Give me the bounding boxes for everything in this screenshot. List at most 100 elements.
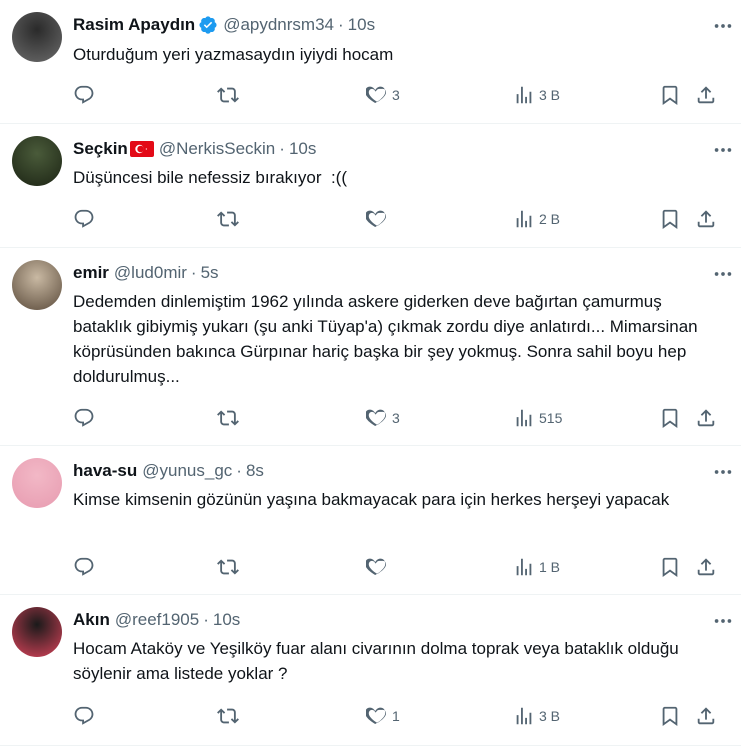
separator-dot: · — [279, 139, 285, 158]
like-button[interactable] — [366, 202, 392, 236]
retweet-button[interactable] — [217, 550, 243, 584]
retweet-button[interactable] — [217, 78, 243, 112]
reply-button[interactable] — [73, 550, 99, 584]
reply-actions: 2 B — [73, 202, 731, 236]
views-button[interactable]: 1 B — [513, 550, 560, 584]
retweet-button[interactable] — [217, 401, 243, 435]
author-handle[interactable]: @apydnrsm34 — [223, 15, 334, 35]
share-button[interactable] — [695, 202, 717, 236]
reply-text: Dedemden dinlemiştim 1962 yılında askere… — [73, 292, 703, 386]
views-icon — [513, 705, 535, 727]
reply-header: Seçkin @NerkisSeckin · 10s — [73, 137, 316, 161]
like-icon — [366, 407, 388, 429]
avatar[interactable] — [12, 458, 62, 508]
like-button[interactable]: 3 — [366, 401, 400, 435]
author-name[interactable]: Rasim Apaydın — [73, 15, 195, 35]
turkey-flag-icon — [129, 141, 154, 157]
views-button[interactable]: 3 B — [513, 699, 560, 733]
reply-header: Akın @reef1905 · 10s — [73, 608, 240, 632]
reply-item[interactable]: Akın @reef1905 · 10s Hocam Ataköy ve Yeşilkö… — [0, 595, 741, 746]
author-handle[interactable]: @yunus_gc — [142, 461, 232, 481]
reply-item[interactable]: Rasim Apaydın @apydnrsm34 · 10s Oturduğum ye… — [0, 0, 741, 124]
bookmark-button[interactable] — [659, 401, 681, 435]
more-icon[interactable] — [712, 15, 734, 37]
reply-actions: 3 3 B — [73, 78, 731, 112]
retweet-icon — [217, 208, 239, 230]
bookmark-button[interactable] — [659, 78, 681, 112]
author-handle[interactable]: @NerkisSeckin — [159, 139, 275, 159]
reply-icon — [73, 407, 95, 429]
verified-badge-icon — [198, 15, 218, 35]
author-name[interactable]: emir — [73, 263, 109, 283]
reply-time[interactable]: 8s — [246, 461, 264, 481]
views-count: 515 — [539, 410, 563, 426]
reply-icon — [73, 208, 95, 230]
like-button[interactable] — [366, 550, 392, 584]
share-button[interactable] — [695, 699, 717, 733]
replies-feed: Rasim Apaydın @apydnrsm34 · 10s Oturduğum ye… — [0, 0, 741, 746]
views-count: 2 B — [539, 211, 561, 227]
reply-item[interactable]: emir @lud0mir · 5s Dedemden dinlemiştim 1962… — [0, 248, 741, 446]
avatar[interactable] — [12, 136, 62, 186]
reply-time[interactable]: 10s — [289, 139, 316, 159]
more-icon[interactable] — [712, 263, 734, 285]
more-icon[interactable] — [712, 139, 734, 161]
views-button[interactable]: 515 — [513, 401, 562, 435]
reply-icon — [73, 705, 95, 727]
share-button[interactable] — [695, 401, 717, 435]
author-name[interactable]: Seçkin — [73, 139, 128, 159]
avatar[interactable] — [12, 607, 62, 657]
separator-dot: · — [236, 461, 242, 480]
reply-time[interactable]: 5s — [201, 263, 219, 283]
share-icon — [695, 705, 717, 727]
more-icon[interactable] — [712, 610, 734, 632]
like-button[interactable]: 3 — [366, 78, 400, 112]
like-button[interactable]: 1 — [366, 699, 400, 733]
reply-header: hava-su @yunus_gc · 8s — [73, 459, 264, 483]
author-handle[interactable]: @reef1905 — [115, 610, 199, 630]
bookmark-button[interactable] — [659, 699, 681, 733]
reply-button[interactable] — [73, 202, 99, 236]
like-count: 3 — [392, 410, 400, 426]
more-icon[interactable] — [712, 461, 734, 483]
views-button[interactable]: 3 B — [513, 78, 560, 112]
views-count: 3 B — [539, 87, 561, 103]
bookmark-icon — [659, 705, 681, 727]
reply-button[interactable] — [73, 699, 99, 733]
retweet-button[interactable] — [217, 202, 243, 236]
retweet-button[interactable] — [217, 699, 243, 733]
avatar[interactable] — [12, 260, 62, 310]
bookmark-icon — [659, 208, 681, 230]
share-icon — [695, 407, 717, 429]
share-button[interactable] — [695, 78, 717, 112]
author-name[interactable]: Akın — [73, 610, 110, 630]
bookmark-button[interactable] — [659, 550, 681, 584]
bookmark-icon — [659, 407, 681, 429]
share-button[interactable] — [695, 550, 717, 584]
reply-item[interactable]: hava-su @yunus_gc · 8s Kimse kimsenin gözünü… — [0, 446, 741, 595]
reply-button[interactable] — [73, 78, 99, 112]
retweet-icon — [217, 556, 239, 578]
avatar[interactable] — [12, 12, 62, 62]
views-icon — [513, 407, 535, 429]
author-handle[interactable]: @lud0mir — [114, 263, 187, 283]
reply-icon — [73, 84, 95, 106]
share-icon — [695, 556, 717, 578]
reply-button[interactable] — [73, 401, 99, 435]
views-icon — [513, 84, 535, 106]
reply-text: Kimse kimsenin gözünün yaşına bakmayacak… — [73, 490, 670, 509]
retweet-icon — [217, 407, 239, 429]
separator-dot: · — [203, 610, 209, 629]
reply-item[interactable]: Seçkin @NerkisSeckin · 10s Düşüncesi bile ne… — [0, 124, 741, 248]
reply-time[interactable]: 10s — [213, 610, 240, 630]
reply-actions: 3 515 — [73, 401, 731, 435]
reply-time[interactable]: 10s — [348, 15, 375, 35]
like-count: 1 — [392, 708, 400, 724]
bookmark-button[interactable] — [659, 202, 681, 236]
bookmark-icon — [659, 556, 681, 578]
views-icon — [513, 208, 535, 230]
views-count: 1 B — [539, 559, 561, 575]
views-button[interactable]: 2 B — [513, 202, 560, 236]
reply-header: emir @lud0mir · 5s — [73, 261, 219, 285]
author-name[interactable]: hava-su — [73, 461, 137, 481]
